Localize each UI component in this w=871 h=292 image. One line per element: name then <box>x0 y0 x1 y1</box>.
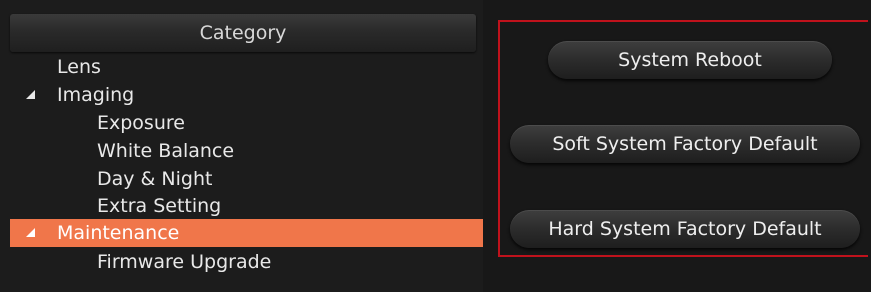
tree-item-label: Extra Setting <box>97 195 222 217</box>
tree-item-white-balance[interactable]: White Balance <box>10 137 483 165</box>
soft-factory-default-button[interactable]: Soft System Factory Default <box>510 125 860 163</box>
expand-triangle-icon[interactable] <box>26 90 35 99</box>
tree-item-day-night[interactable]: Day & Night <box>10 165 483 193</box>
category-title: Category <box>199 22 287 44</box>
expand-triangle-icon[interactable] <box>26 228 35 237</box>
category-panel: Category Lens Imaging Exposure White Bal… <box>0 0 483 292</box>
tree-item-label: Exposure <box>97 112 185 134</box>
hard-factory-default-button[interactable]: Hard System Factory Default <box>510 210 860 248</box>
tree-item-maintenance[interactable]: Maintenance <box>10 219 483 247</box>
tree-item-firmware-upgrade[interactable]: Firmware Upgrade <box>10 248 483 276</box>
tree-item-label: Lens <box>57 56 101 78</box>
tree-item-label: White Balance <box>97 140 235 162</box>
tree-item-imaging[interactable]: Imaging <box>10 81 483 109</box>
tree-item-lens[interactable]: Lens <box>10 53 483 81</box>
tree-item-label: Maintenance <box>57 222 180 244</box>
tree-item-label: Day & Night <box>97 168 213 190</box>
tree-item-label: Imaging <box>57 84 135 106</box>
tree-item-extra-setting[interactable]: Extra Setting <box>10 192 483 220</box>
tree-item-label: Firmware Upgrade <box>97 251 272 273</box>
system-reboot-button[interactable]: System Reboot <box>548 41 832 79</box>
tree-item-exposure[interactable]: Exposure <box>10 109 483 137</box>
category-header: Category <box>10 14 476 52</box>
